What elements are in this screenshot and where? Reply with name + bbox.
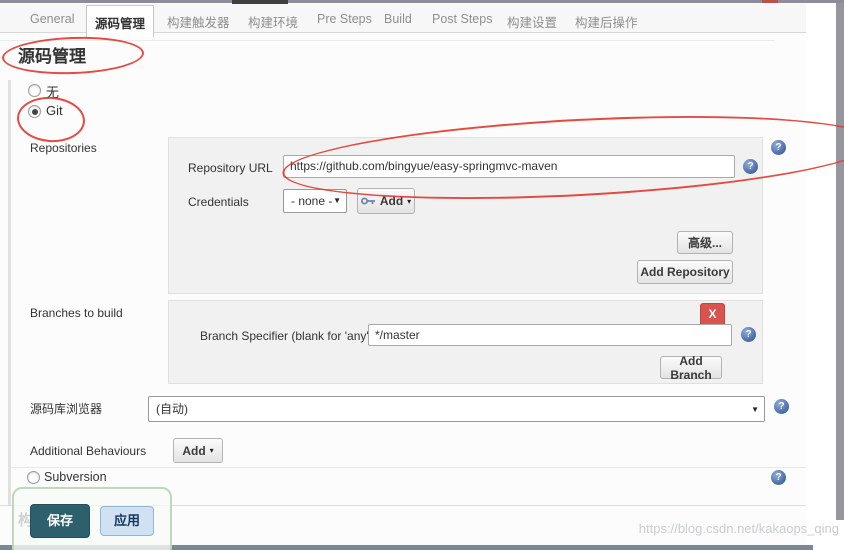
repository-url-label: Repository URL [188, 161, 273, 175]
advanced-button[interactable]: 高级... [677, 231, 733, 254]
window-right-edge [836, 3, 844, 520]
caret-down-icon: ▾ [210, 446, 214, 455]
add-behaviour-label: Add [182, 444, 205, 458]
tab-post-steps[interactable]: Post Steps [432, 12, 492, 26]
subversion-help-icon[interactable]: ? [771, 470, 786, 485]
credentials-label: Credentials [188, 195, 249, 209]
repo-browser-help-icon[interactable]: ? [774, 399, 789, 414]
repositories-section-label: Repositories [30, 141, 97, 155]
csdn-watermark: https://blog.csdn.net/kakaops_qing [639, 521, 839, 536]
tab-build-triggers[interactable]: 构建触发器 [167, 12, 230, 31]
advanced-button-label: 高级... [688, 234, 722, 251]
git-block-indent-line [8, 80, 11, 505]
key-icon [361, 196, 376, 206]
window-top-border [0, 0, 844, 3]
jenkins-config-page: General 构建触发器 构建环境 Pre Steps Build Post … [0, 0, 844, 550]
branches-help-icon[interactable]: ? [741, 327, 756, 342]
section-divider [8, 467, 806, 468]
credentials-select-value: - none - [291, 194, 332, 208]
tab-source-code-management[interactable]: 源码管理 [86, 5, 154, 37]
add-branch-button[interactable]: Add Branch [660, 356, 722, 379]
add-repository-label: Add Repository [640, 265, 729, 279]
tab-source-code-management-label: 源码管理 [95, 13, 145, 32]
tab-general[interactable]: General [30, 12, 74, 26]
tab-build-env[interactable]: 构建环境 [248, 12, 298, 31]
add-behaviour-button[interactable]: Add ▾ [173, 438, 223, 463]
select-caret-icon: ▼ [751, 397, 759, 422]
branch-specifier-input[interactable]: */master [368, 324, 732, 346]
clipped-red-element [762, 0, 778, 3]
tab-build[interactable]: Build [384, 12, 412, 26]
additional-behaviours-label: Additional Behaviours [30, 444, 146, 458]
radio-subversion-label: Subversion [44, 470, 107, 484]
select-caret-icon: ▼ [333, 190, 341, 212]
add-branch-label: Add Branch [661, 354, 721, 382]
radio-subversion[interactable] [27, 471, 40, 484]
tab-build-settings[interactable]: 构建设置 [507, 12, 557, 31]
tab-pre-steps[interactable]: Pre Steps [317, 12, 372, 26]
branch-specifier-label: Branch Specifier (blank for 'any') [200, 329, 373, 343]
repo-browser-label: 源码库浏览器 [30, 400, 102, 417]
save-button[interactable]: 保存 [30, 504, 90, 538]
branches-section-label: Branches to build [30, 306, 123, 320]
tab-post-build[interactable]: 构建后操作 [575, 12, 638, 31]
credentials-select[interactable]: - none - ▼ [283, 189, 347, 213]
radio-none[interactable] [28, 84, 41, 97]
apply-button[interactable]: 应用 [100, 506, 154, 536]
repo-browser-select[interactable]: (自动) ▼ [148, 396, 765, 422]
config-tab-bar: General 构建触发器 构建环境 Pre Steps Build Post … [0, 4, 806, 33]
repo-browser-value: (自动) [156, 402, 188, 416]
add-repository-button[interactable]: Add Repository [637, 260, 733, 284]
